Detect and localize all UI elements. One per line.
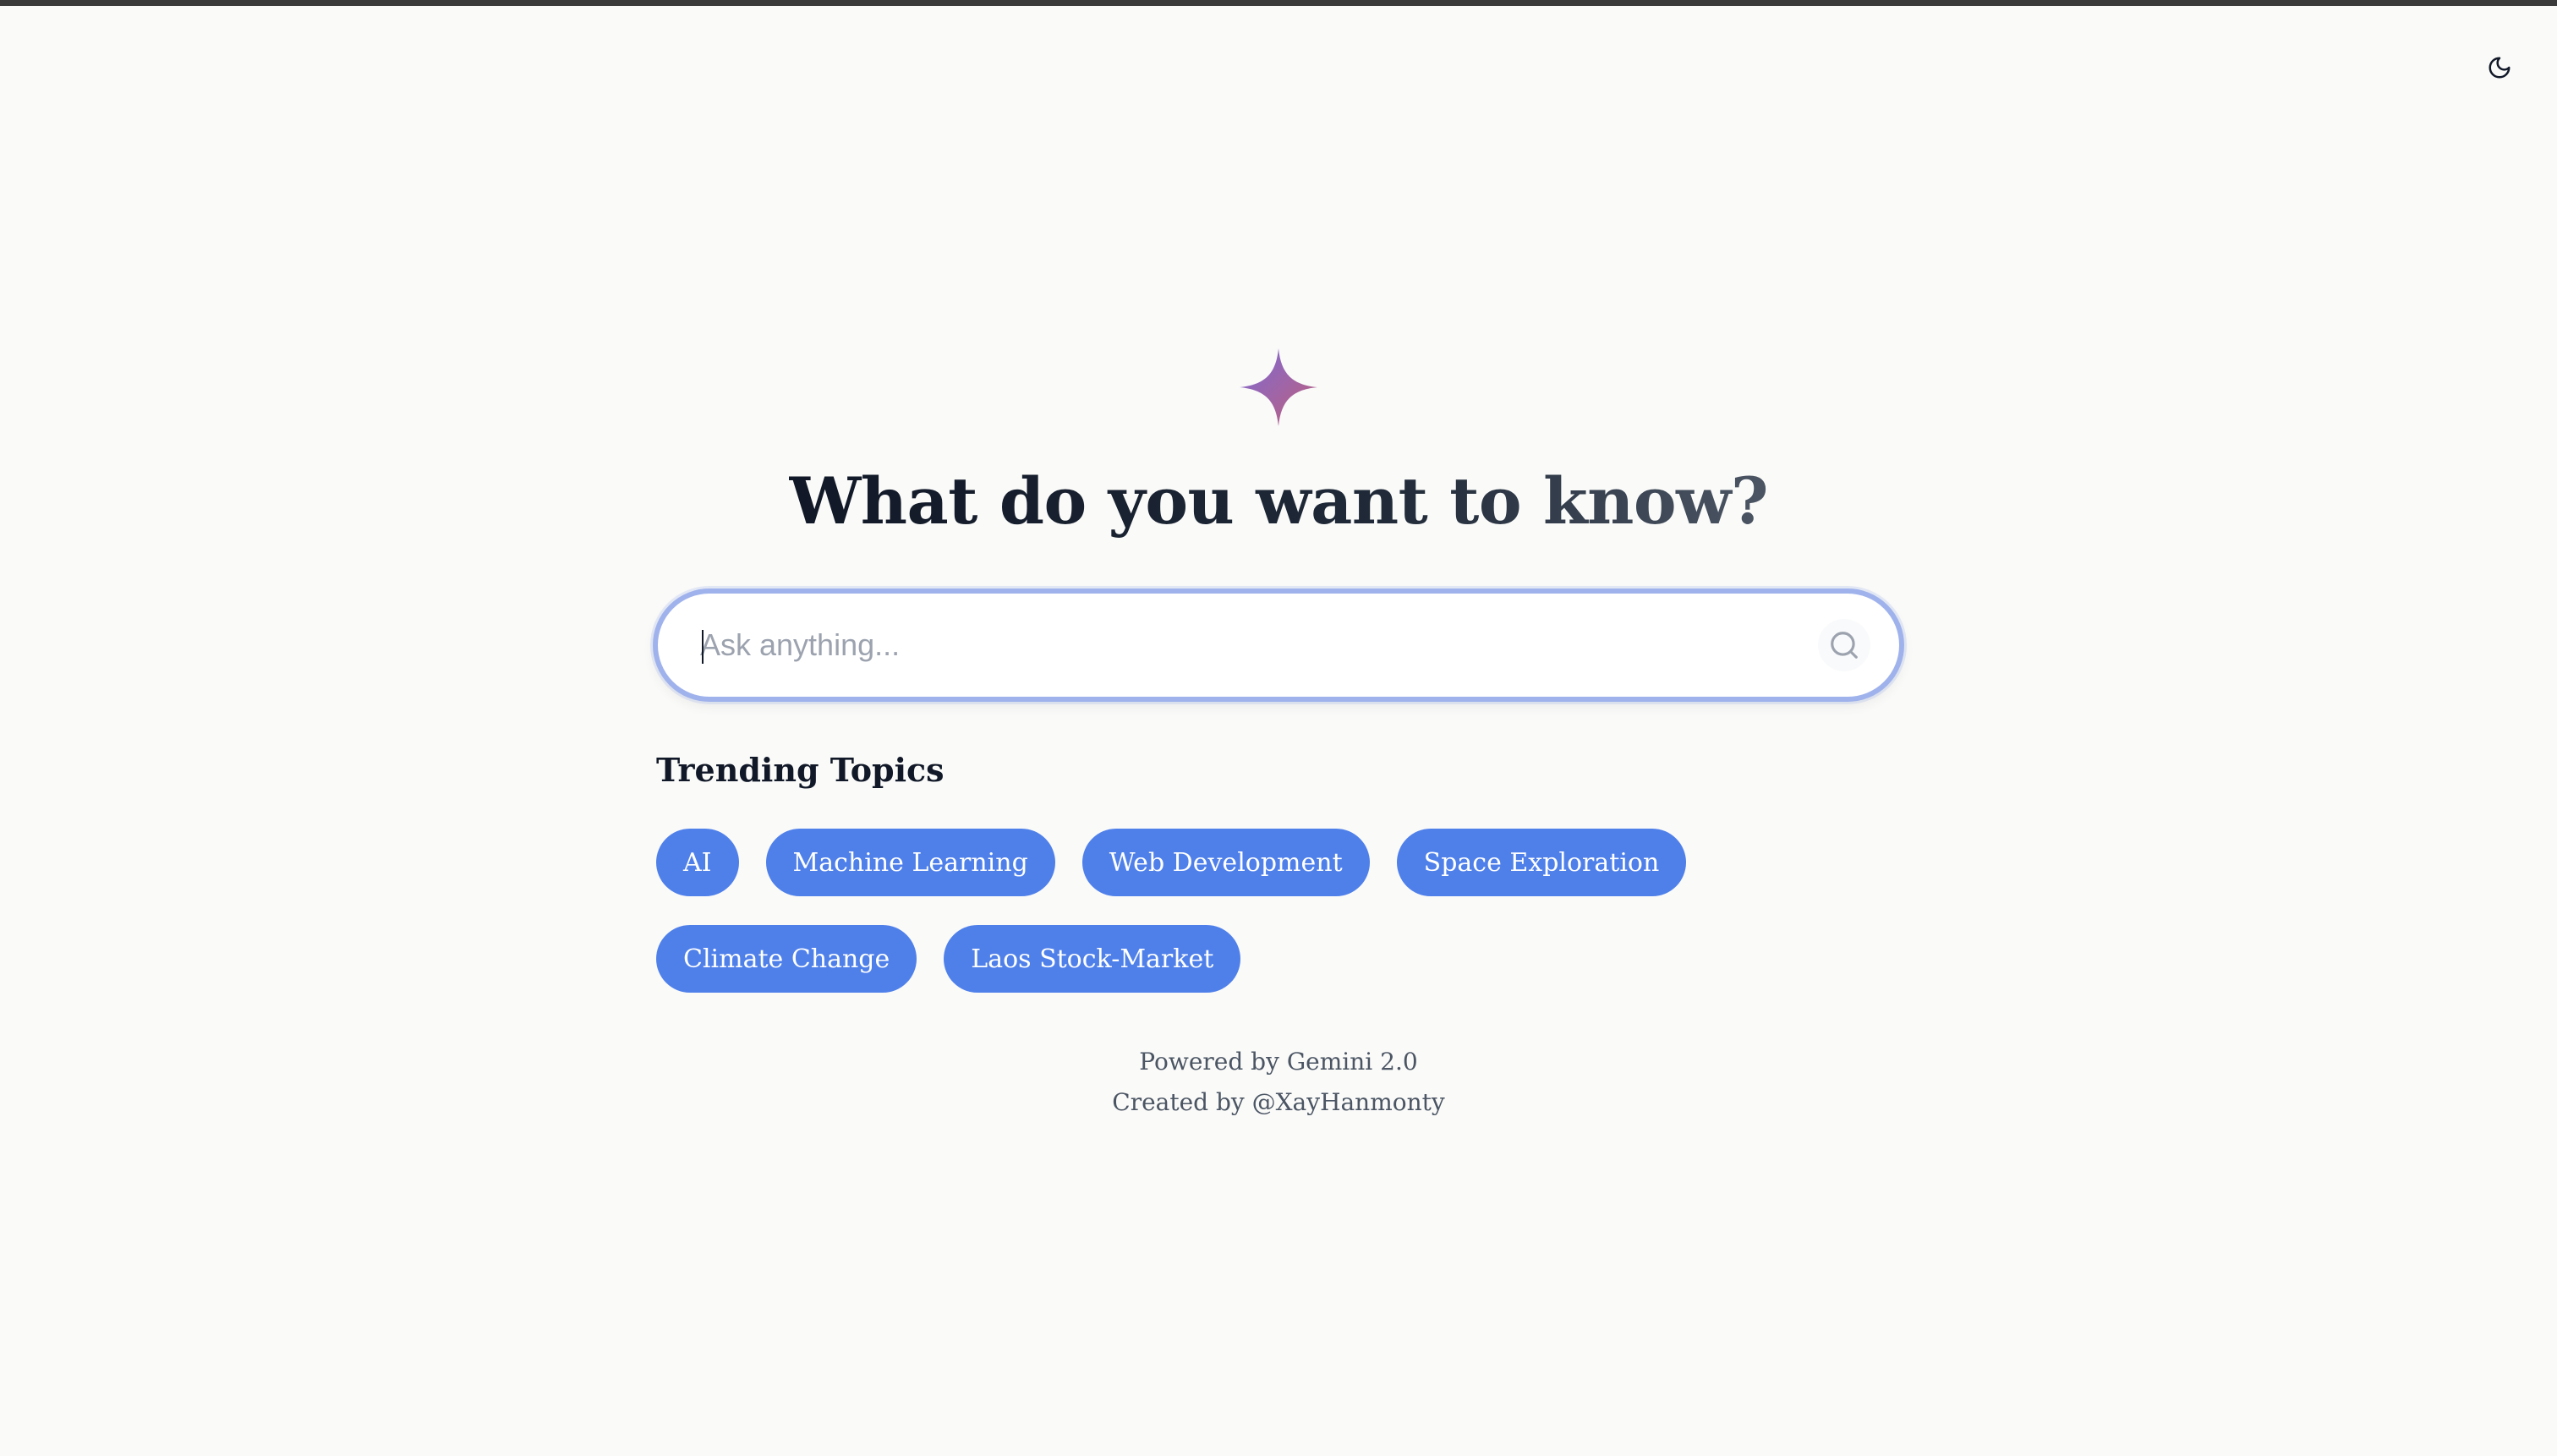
- topic-chip-laos-stock-market[interactable]: Laos Stock-Market: [944, 925, 1241, 993]
- page-title: What do you want to know?: [0, 463, 2557, 539]
- search-bar: [653, 588, 1904, 702]
- sparkle-icon: [1240, 348, 1317, 426]
- created-by-text: Created by @XayHanmonty: [1112, 1088, 1445, 1116]
- page-title-text: What do you want to know?: [788, 463, 1769, 539]
- trending-topics-list: AI Machine Learning Web Development Spac…: [656, 829, 1908, 993]
- topic-chip-ai[interactable]: AI: [656, 829, 739, 896]
- trending-topics-heading: Trending Topics: [656, 751, 945, 789]
- search-button[interactable]: [1818, 619, 1870, 671]
- search-icon: [1831, 632, 1858, 659]
- powered-by-text: Powered by Gemini 2.0: [1139, 1048, 1418, 1076]
- topic-chip-space-exploration[interactable]: Space Exploration: [1396, 829, 1687, 896]
- search-input[interactable]: [700, 594, 1782, 697]
- main-content: What do you want to know? Trending Topic…: [0, 0, 2557, 1456]
- text-caret: [702, 630, 704, 664]
- topic-chip-machine-learning[interactable]: Machine Learning: [765, 829, 1055, 896]
- topic-chip-climate-change[interactable]: Climate Change: [656, 925, 917, 993]
- topic-chip-web-development[interactable]: Web Development: [1081, 829, 1370, 896]
- footer: Powered by Gemini 2.0 Created by @XayHan…: [0, 1042, 2557, 1123]
